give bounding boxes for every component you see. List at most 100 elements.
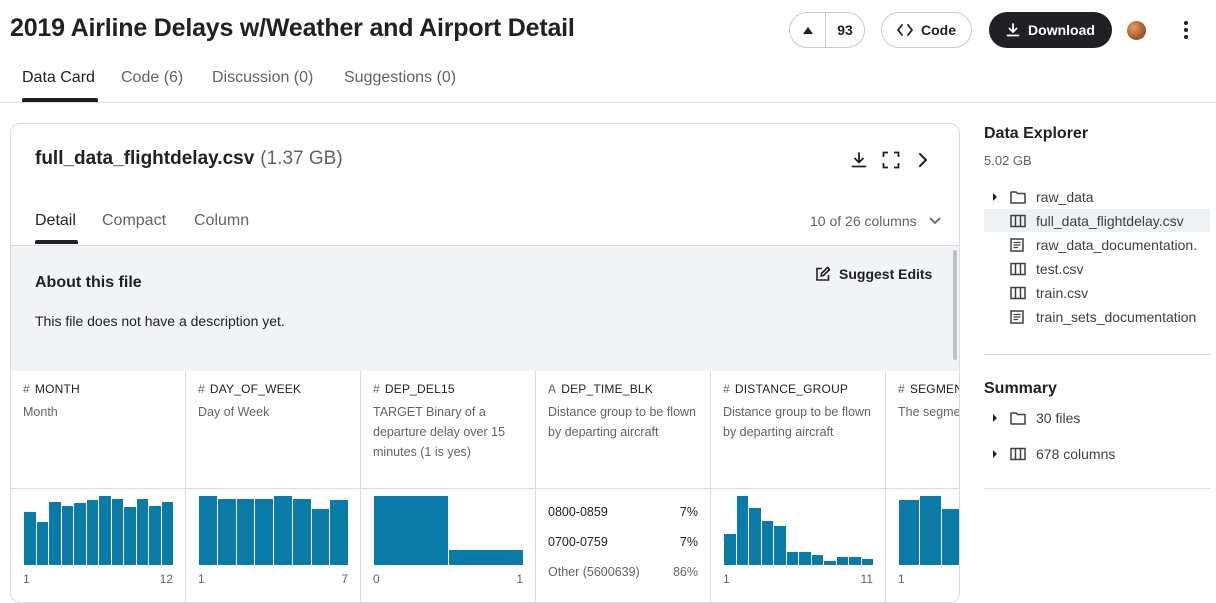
numeric-type-icon: # [198, 382, 205, 396]
subtab-detail[interactable]: Detail [35, 212, 76, 230]
summary-item-columns[interactable]: 678 columns [984, 442, 1210, 465]
column-description: Month [23, 405, 58, 419]
upvote-button[interactable] [790, 13, 826, 47]
about-file-heading: About this file [35, 274, 142, 291]
summary-title: Summary [984, 380, 1057, 397]
column-cards: # MONTH Month 1 12 # DAY_OF_WEEK Day of We… [11, 371, 959, 602]
caret-right-icon[interactable] [984, 413, 1006, 422]
caret-right-icon[interactable] [984, 192, 1006, 201]
columns-selector-label: 10 of 26 columns [810, 213, 917, 229]
numeric-type-icon: # [723, 382, 730, 396]
column-name: DEP_TIME_BLK [561, 382, 653, 396]
histogram [373, 495, 523, 565]
axis-min: 1 [23, 572, 30, 586]
tree-item-train-sets-documentation[interactable]: train_sets_documentation [984, 305, 1210, 328]
download-button[interactable]: Download [989, 12, 1112, 48]
column-header: # SEGMENT_NUMBER [898, 382, 959, 396]
histogram-bar [448, 550, 523, 565]
axis-max: 12 [159, 572, 173, 586]
tab-discussion[interactable]: Discussion (0) [212, 69, 313, 87]
tree-item-label: raw_data [1036, 188, 1094, 205]
code-icon [897, 24, 913, 36]
upvote-control[interactable]: 93 [789, 12, 865, 48]
category-row: 0700-0759 7% [548, 535, 698, 549]
category-row: 0800-0859 7% [548, 505, 698, 519]
subtab-column[interactable]: Column [194, 212, 249, 230]
category-percent: 86% [672, 565, 698, 579]
summary-item-files[interactable]: 30 files [984, 406, 1210, 429]
table-icon [1006, 286, 1036, 300]
column-name: DISTANCE_GROUP [734, 382, 849, 396]
category-label: 0700-0759 [548, 535, 608, 549]
histogram-bar [760, 520, 773, 565]
histogram-bar [748, 508, 761, 565]
tree-item-full-data[interactable]: full_data_flightdelay.csv [984, 209, 1210, 232]
tree-item-label: train_sets_documentation [1036, 308, 1197, 325]
histogram-bar [373, 496, 448, 565]
histogram-bar [798, 551, 811, 565]
file-download-icon[interactable] [849, 150, 869, 170]
category-percent: 7% [679, 535, 698, 549]
histogram [723, 495, 873, 565]
suggest-edits-button[interactable]: Suggest Edits [815, 266, 932, 282]
table-icon [1006, 262, 1036, 276]
document-icon [1006, 309, 1036, 324]
string-type-icon: A [548, 382, 557, 396]
histogram-bar [810, 555, 823, 565]
histogram-bar [23, 511, 36, 565]
column-header: # MONTH [23, 382, 80, 396]
chevron-down-icon [929, 217, 941, 225]
column-card[interactable]: # DEP_DEL15 TARGET Binary of a departure … [361, 371, 536, 602]
data-explorer-size: 5.02 GB [984, 153, 1032, 168]
columns-selector[interactable]: 10 of 26 columns [810, 213, 941, 229]
fullscreen-icon[interactable] [881, 150, 901, 170]
column-card[interactable]: # DAY_OF_WEEK Day of Week 1 7 [186, 371, 361, 602]
category-label: 0800-0859 [548, 505, 608, 519]
column-card[interactable]: A DEP_TIME_BLK Distance group to be flown… [536, 371, 711, 602]
more-options-icon[interactable] [1176, 18, 1196, 42]
tree-item-test-csv[interactable]: test.csv [984, 257, 1210, 280]
chevron-right-icon[interactable] [913, 150, 933, 170]
code-button-label: Code [921, 22, 956, 38]
arrow-up-icon [802, 26, 813, 34]
column-name: MONTH [34, 382, 80, 396]
histogram [23, 495, 173, 565]
column-description: Distance group to be flown by departing … [548, 405, 697, 439]
tree-item-raw-data-documentation[interactable]: raw_data_documentation. [984, 233, 1210, 256]
column-card[interactable]: # DISTANCE_GROUP Distance group to be flo… [711, 371, 886, 602]
download-button-label: Download [1028, 22, 1095, 38]
active-subtab-indicator [35, 240, 78, 244]
divider [984, 354, 1210, 355]
table-icon [1006, 447, 1036, 461]
caret-right-icon[interactable] [984, 449, 1006, 458]
column-description: Day of Week [198, 405, 270, 419]
histogram-bar [785, 551, 798, 565]
tree-item-train-csv[interactable]: train.csv [984, 281, 1210, 304]
page-tabs: Data Card Code (6) Discussion (0) Sugges… [0, 60, 1216, 103]
histogram-bar [198, 496, 217, 565]
scrollbar[interactable] [953, 250, 957, 360]
folder-icon [1006, 190, 1036, 204]
histogram-bar [273, 496, 292, 565]
tab-data-card[interactable]: Data Card [22, 69, 95, 87]
histogram-bar [73, 503, 86, 565]
histogram-bar [123, 506, 136, 565]
tree-item-label: test.csv [1036, 260, 1084, 277]
tree-item-label: raw_data_documentation. [1036, 236, 1198, 253]
tree-item-label: train.csv [1036, 284, 1089, 301]
column-card[interactable]: # MONTH Month 1 12 [11, 371, 186, 602]
code-button[interactable]: Code [881, 12, 972, 48]
column-card[interactable]: # SEGMENT_NUMBER The segment number is 1 [886, 371, 959, 602]
file-description: This file does not have a description ye… [35, 313, 285, 329]
tree-item-raw-data[interactable]: raw_data [984, 185, 1210, 208]
tab-code[interactable]: Code (6) [121, 69, 183, 87]
user-avatar[interactable] [1127, 21, 1146, 40]
folder-icon [1006, 411, 1036, 425]
tab-suggestions[interactable]: Suggestions (0) [344, 69, 456, 87]
histogram [198, 495, 348, 565]
histogram-bar [216, 498, 236, 565]
page-title: 2019 Airline Delays w/Weather and Airpor… [10, 14, 575, 42]
subtab-compact[interactable]: Compact [102, 212, 166, 230]
histogram-bar [848, 557, 861, 565]
axis-min: 1 [898, 572, 905, 586]
